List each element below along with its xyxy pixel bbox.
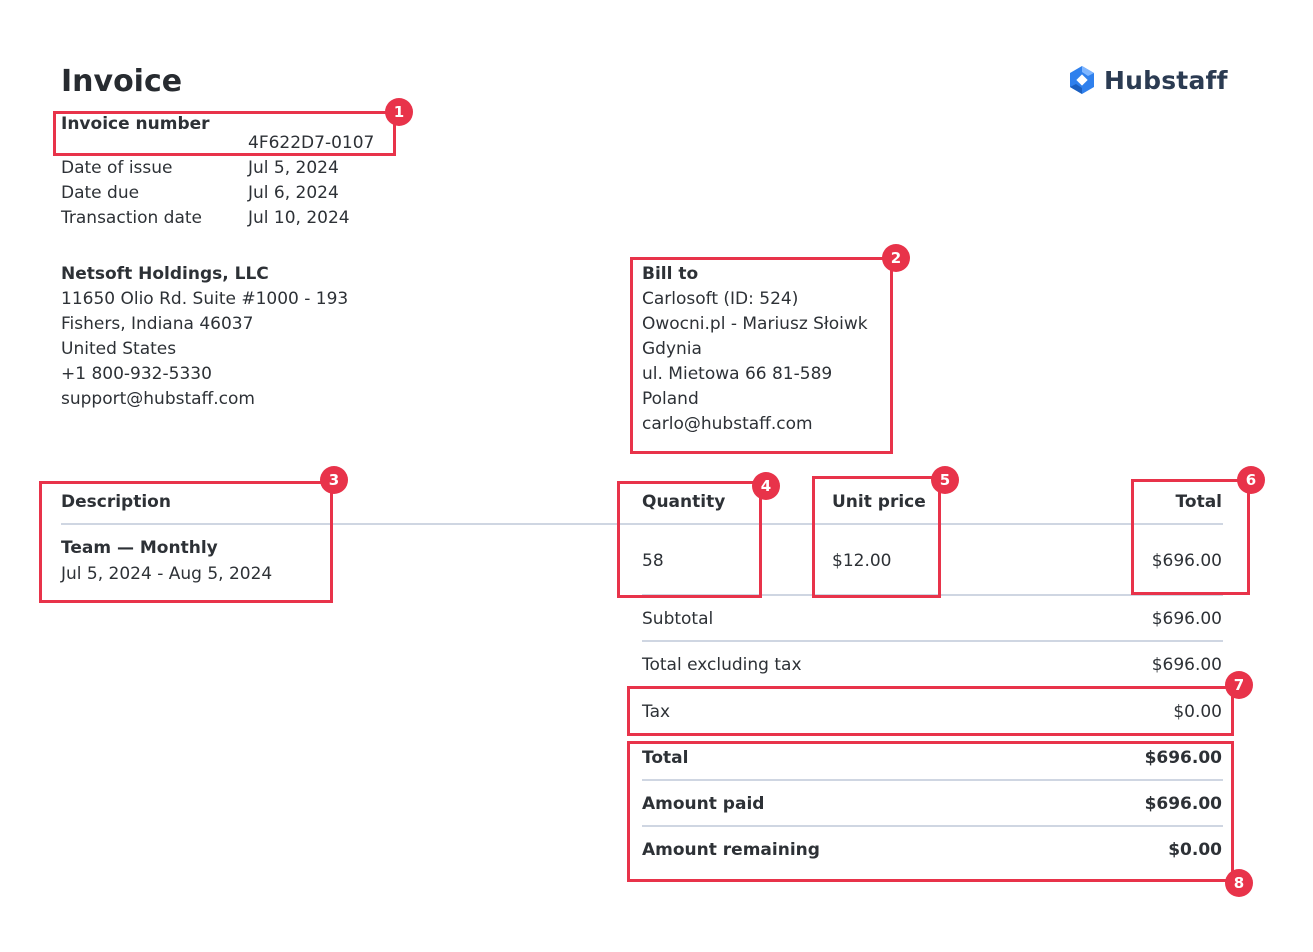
seller-city-line: Fishers, Indiana 46037 [61, 314, 254, 334]
transaction-date-label: Transaction date [61, 208, 202, 228]
date-of-issue-label: Date of issue [61, 158, 173, 178]
excl-tax-divider [642, 686, 1223, 688]
grand-total-label: Total [642, 748, 689, 768]
line-item-divider [642, 594, 1223, 596]
subtotal-value: $696.00 [1151, 609, 1222, 629]
line-item-total: $696.00 [1151, 551, 1222, 571]
seller-address-line: 11650 Olio Rd. Suite #1000 - 193 [61, 289, 349, 309]
bill-to-company: Carlosoft (ID: 524) [642, 289, 799, 309]
subtotal-divider [642, 640, 1223, 642]
bill-to-email: carlo@hubstaff.com [642, 414, 813, 434]
total-excluding-tax-value: $696.00 [1151, 655, 1222, 675]
page-title: Invoice [61, 64, 183, 99]
amount-remaining-value: $0.00 [1168, 840, 1222, 860]
description-header: Description [61, 492, 171, 512]
annotation-badge-6: 6 [1237, 466, 1265, 494]
amount-paid-divider [642, 825, 1223, 827]
quantity-header: Quantity [642, 492, 726, 512]
grand-total-divider [642, 779, 1223, 781]
subtotal-label: Subtotal [642, 609, 714, 629]
transaction-date-value: Jul 10, 2024 [248, 208, 350, 228]
table-header-divider [61, 523, 1223, 525]
line-item-period: Jul 5, 2024 - Aug 5, 2024 [61, 564, 273, 584]
amount-paid-value: $696.00 [1144, 794, 1222, 814]
bill-to-label: Bill to [642, 264, 699, 284]
annotation-badge-3: 3 [320, 466, 348, 494]
amount-paid-label: Amount paid [642, 794, 765, 814]
tax-divider [642, 733, 1223, 735]
line-item-name: Team — Monthly [61, 538, 218, 558]
total-excluding-tax-label: Total excluding tax [642, 655, 802, 675]
line-item-unit-price: $12.00 [832, 551, 892, 571]
annotation-badge-4: 4 [752, 472, 780, 500]
annotation-badge-2: 2 [882, 244, 910, 272]
line-item-quantity: 58 [642, 551, 664, 571]
total-header: Total [1175, 492, 1222, 512]
seller-email: support@hubstaff.com [61, 389, 255, 409]
invoice-number-value: 4F622D7-0107 [248, 133, 375, 153]
annotation-badge-7: 7 [1225, 671, 1253, 699]
brand-name: Hubstaff [1104, 65, 1228, 95]
date-due-value: Jul 6, 2024 [248, 183, 339, 203]
amount-remaining-label: Amount remaining [642, 840, 820, 860]
bill-to-street: ul. Mietowa 66 81-589 [642, 364, 833, 384]
date-of-issue-value: Jul 5, 2024 [248, 158, 339, 178]
annotation-badge-1: 1 [385, 98, 413, 126]
hubstaff-logo-icon [1070, 66, 1094, 94]
unit-price-header: Unit price [832, 492, 926, 512]
bill-to-contact: Owocni.pl - Mariusz Słoiwk [642, 314, 868, 334]
bill-to-country: Poland [642, 389, 699, 409]
brand-logo: Hubstaff [1066, 64, 1228, 96]
tax-value: $0.00 [1173, 702, 1222, 722]
grand-total-value: $696.00 [1144, 748, 1222, 768]
seller-name: Netsoft Holdings, LLC [61, 264, 269, 284]
tax-label: Tax [642, 702, 671, 722]
seller-country-line: United States [61, 339, 177, 359]
invoice-number-label: Invoice number [61, 114, 210, 134]
annotation-badge-5: 5 [931, 466, 959, 494]
date-due-label: Date due [61, 183, 140, 203]
seller-phone: +1 800-932-5330 [61, 364, 212, 384]
annotation-badge-8: 8 [1225, 869, 1253, 897]
bill-to-city: Gdynia [642, 339, 702, 359]
